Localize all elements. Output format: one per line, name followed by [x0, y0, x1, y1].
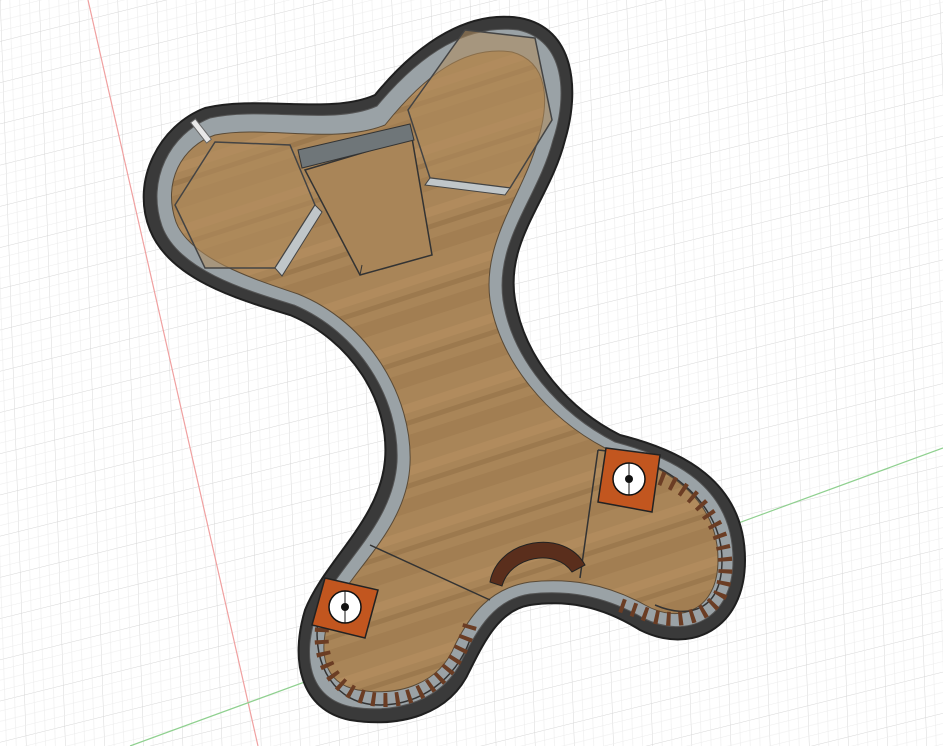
fixture-top-right[interactable] — [597, 447, 661, 513]
3d-viewport[interactable] — [0, 0, 943, 746]
viewport-canvas[interactable] — [0, 0, 943, 746]
